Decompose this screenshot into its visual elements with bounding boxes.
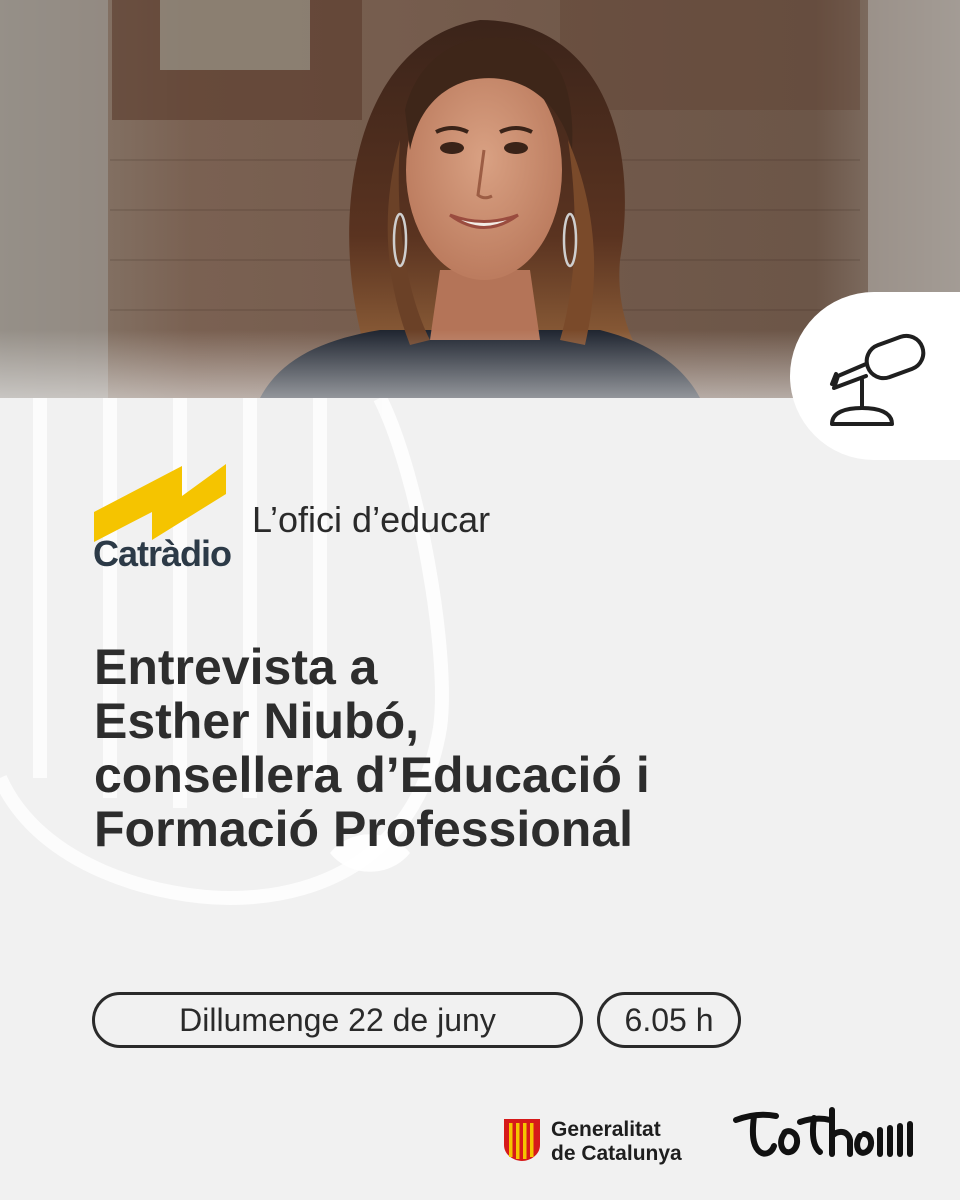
microphone-badge (790, 292, 960, 460)
tothom-logo (733, 1107, 913, 1157)
broadcast-time: 6.05 h (597, 992, 741, 1048)
generalitat-wordmark: Generalitat de Catalunya (551, 1118, 682, 1166)
microphone-icon (830, 333, 926, 426)
catradio-wordmark: Catràdio (93, 533, 232, 574)
social-card: Catràdio L’ofici d’educar Entrevista a E… (0, 0, 960, 1200)
program-name: L’ofici d’educar (252, 499, 491, 540)
generalitat-emblem-icon (504, 1119, 540, 1161)
headline-line: Entrevista a (94, 639, 378, 695)
headline-line: consellera d’Educació i (94, 747, 650, 803)
headline: Entrevista a Esther Niubó, consellera d’… (94, 640, 854, 856)
headline-line: Esther Niubó, (94, 693, 420, 749)
broadcast-date: Dillumenge 22 de juny (92, 992, 583, 1048)
generalitat-line: Generalitat (551, 1118, 661, 1141)
headline-line: Formació Professional (94, 801, 634, 857)
generalitat-line: de Catalunya (551, 1142, 682, 1165)
